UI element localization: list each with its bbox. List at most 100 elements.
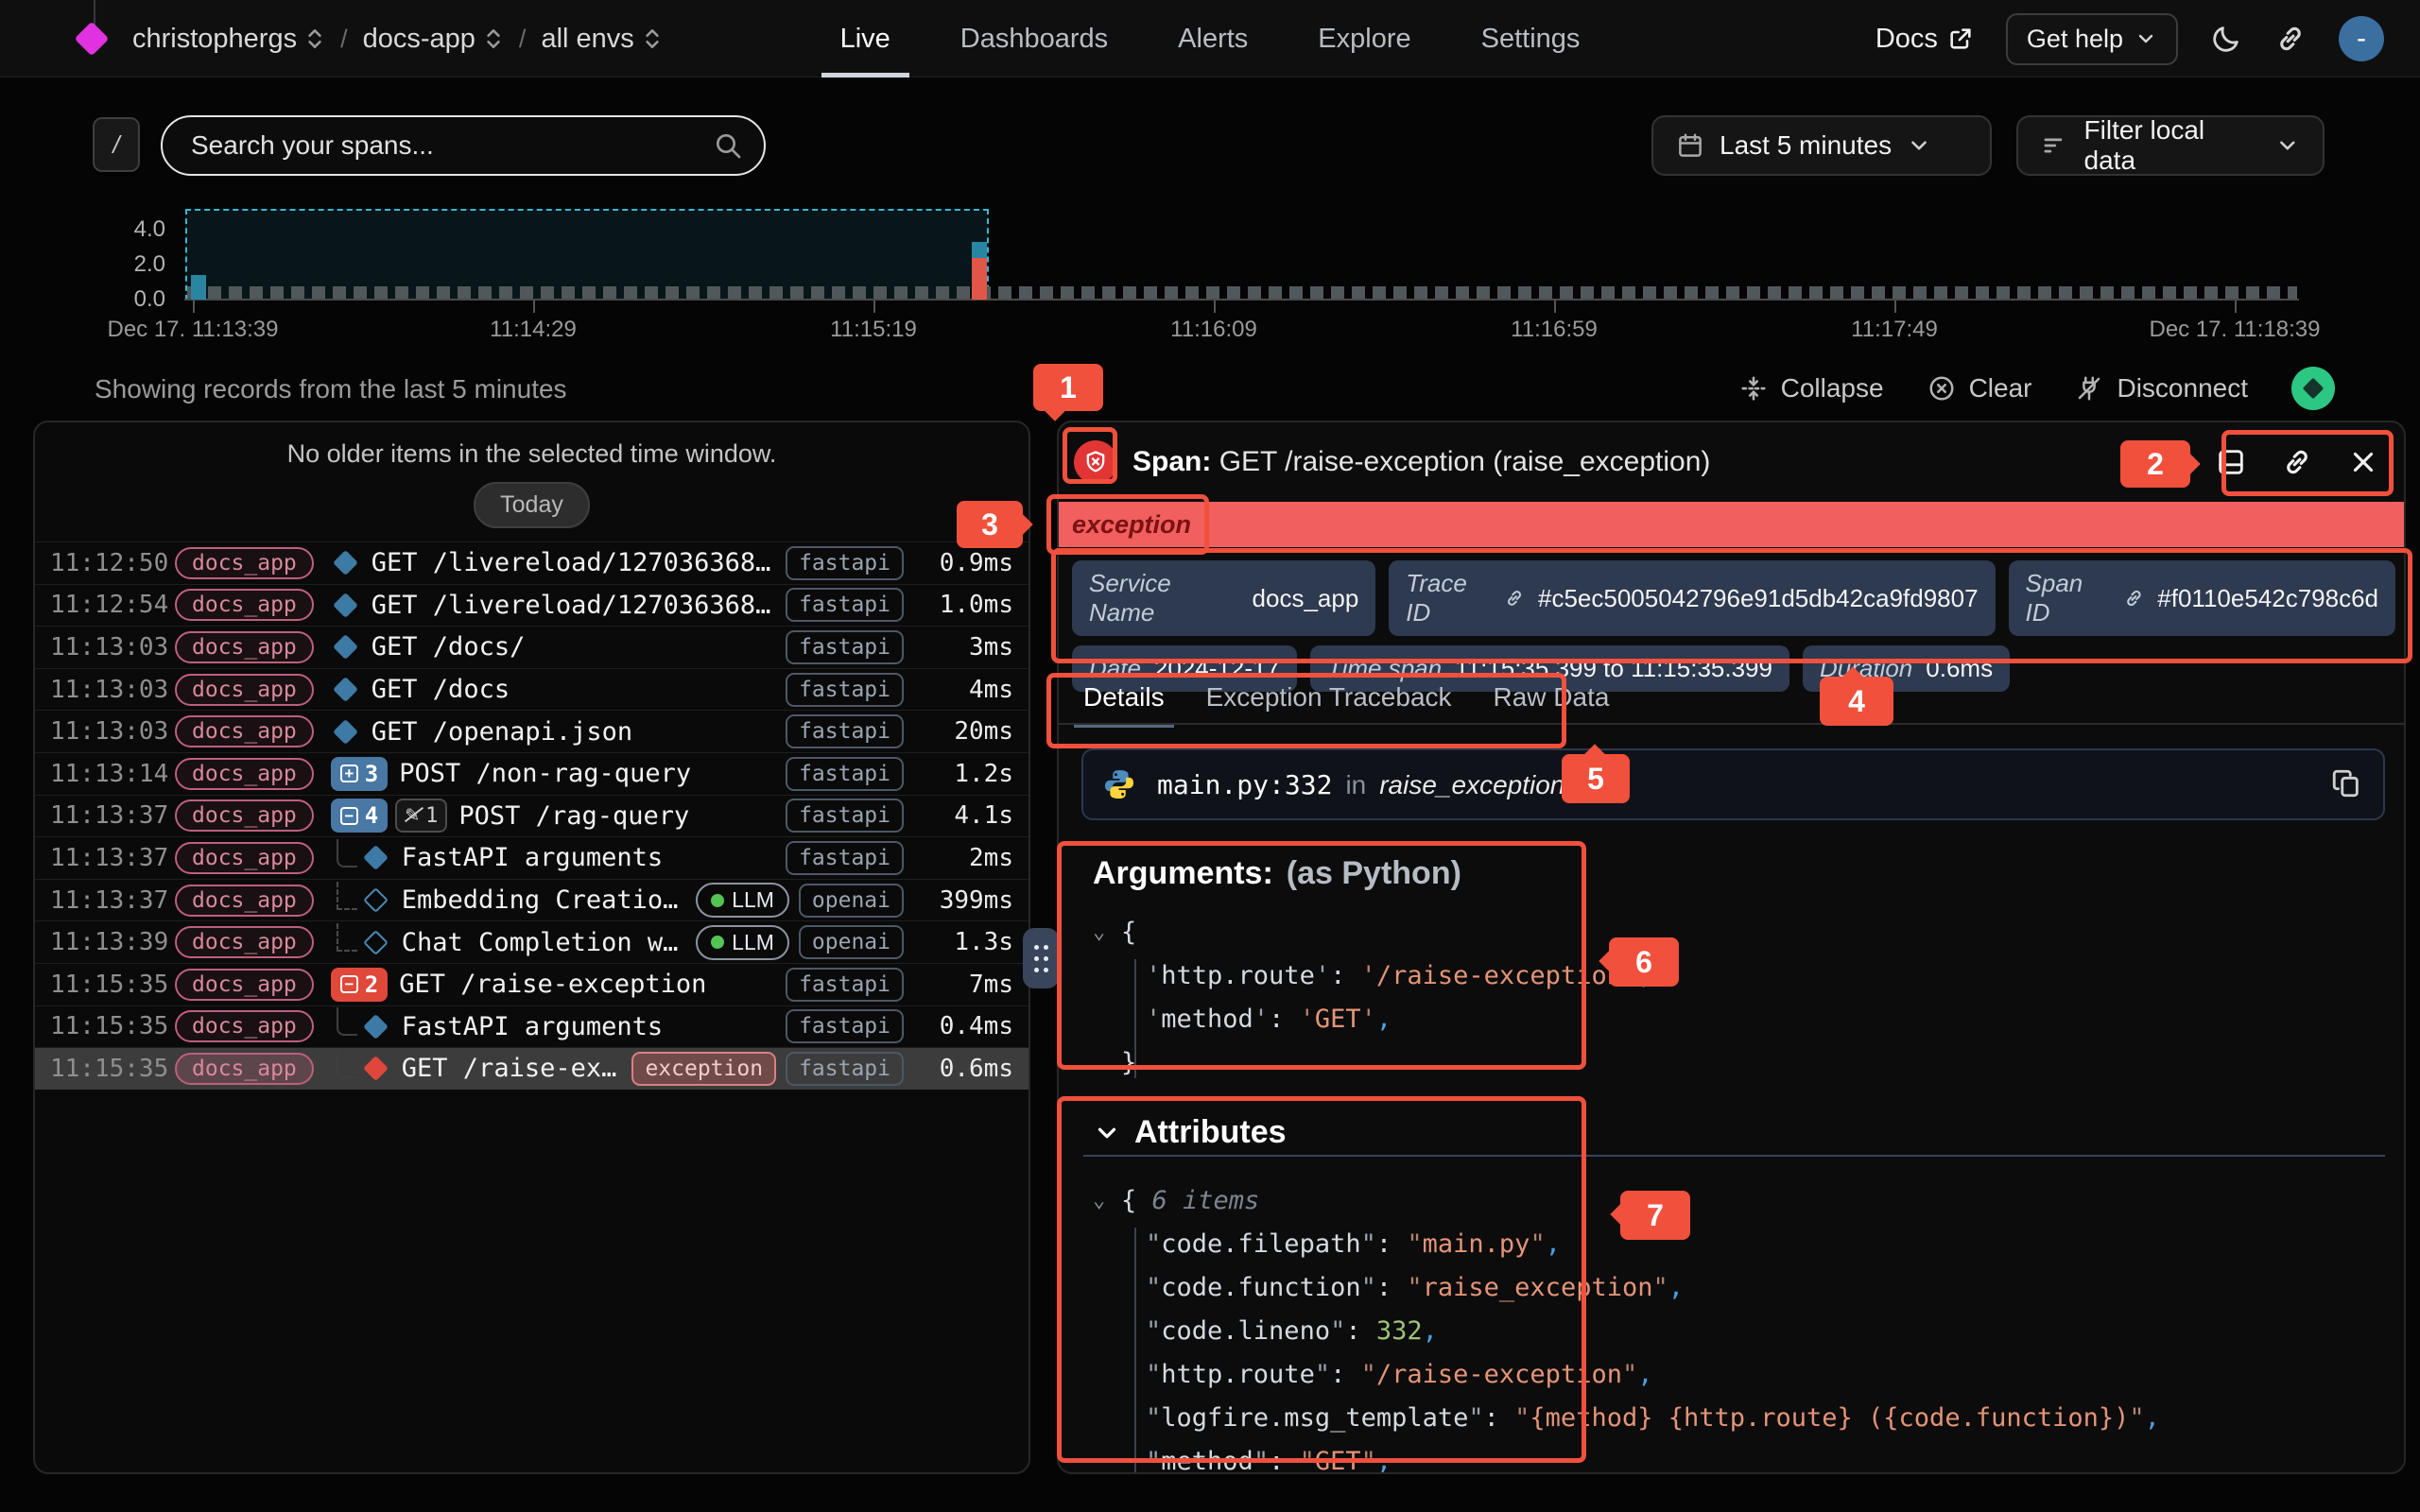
children-count-badge[interactable]: +3	[331, 757, 388, 791]
span-duration: 4.1s	[911, 801, 1013, 830]
meta-row: Service Namedocs_appTrace ID#c5ec5005042…	[1072, 560, 2395, 636]
span-row[interactable]: 11:13:39 docs_app Chat Completion with '…L…	[35, 920, 1028, 963]
breadcrumb-project[interactable]: docs-app	[363, 24, 504, 55]
get-help-button[interactable]: Get help	[2006, 13, 2178, 65]
disconnect-button[interactable]: Disconnect	[2075, 373, 2248, 404]
clear-button[interactable]: Clear	[1927, 373, 2032, 404]
tree-connector	[337, 923, 357, 952]
source-location-text: main.py:332 in raise_exception	[1157, 769, 1564, 800]
chevron-up-down-icon	[642, 26, 663, 51]
tree-connector	[337, 1050, 357, 1078]
link-icon	[1504, 587, 1525, 610]
nav-tab-alerts[interactable]: Alerts	[1172, 0, 1253, 77]
span-kind-diamond-icon	[363, 887, 389, 913]
logfire-logo-icon[interactable]	[75, 22, 110, 57]
share-link-icon[interactable]	[2274, 23, 2307, 55]
x-axis-tick	[2235, 301, 2237, 313]
span-kind-diamond-icon	[333, 550, 358, 576]
dark-mode-moon-icon[interactable]	[2210, 23, 2242, 55]
copy-icon[interactable]	[2330, 767, 2362, 799]
nav-tab-settings[interactable]: Settings	[1476, 0, 1586, 77]
collapse-button[interactable]: Collapse	[1739, 373, 1884, 404]
nav-tab-explore[interactable]: Explore	[1312, 0, 1416, 77]
span-row[interactable]: 11:13:14docs_app+3POST /non-rag-queryfas…	[35, 752, 1028, 795]
span-row[interactable]: 11:15:35docs_appFastAPI argumentsfastapi…	[35, 1005, 1028, 1048]
meta-pill-service-name: Service Namedocs_app	[1072, 560, 1375, 636]
row-body: −2GET /raise-exceptionfastapi	[331, 968, 904, 1002]
span-kind-diamond-icon	[363, 1056, 389, 1081]
children-count: 3	[365, 761, 378, 787]
pending-spans-badge[interactable]: ✎1	[395, 799, 447, 833]
scope-tag-pill: fastapi	[786, 757, 904, 791]
search-input[interactable]	[161, 115, 766, 176]
user-avatar[interactable]: -	[2339, 16, 2384, 61]
attributes-heading[interactable]: Attributes	[1093, 1114, 1287, 1151]
detail-tab-raw-data[interactable]: Raw Data	[1494, 682, 1610, 726]
llm-label: LLM	[732, 887, 774, 913]
span-row[interactable]: 11:13:37docs_appEmbedding Creation wit…L…	[35, 879, 1028, 921]
span-row[interactable]: 11:13:03docs_appGET /docsfastapi4ms	[35, 668, 1028, 711]
calendar-icon	[1676, 131, 1704, 160]
span-kind-diamond-icon	[363, 846, 389, 871]
scope-tag-pill: fastapi	[786, 1052, 904, 1086]
source-location-row[interactable]: main.py:332 in raise_exception	[1081, 748, 2385, 820]
code-line: ⌄{	[1093, 910, 1653, 954]
search-icon	[713, 130, 743, 161]
row-timestamp: 11:13:39	[50, 928, 165, 956]
external-link-icon	[1947, 26, 1974, 52]
span-kind-diamond-icon	[363, 930, 389, 955]
span-row[interactable]: 11:13:03docs_appGET /docs/fastapi3ms	[35, 626, 1028, 668]
today-pill[interactable]: Today	[474, 482, 590, 528]
close-icon[interactable]	[2347, 446, 2379, 478]
code-line: "method": "GET",	[1093, 1439, 2160, 1474]
nav-tab-live[interactable]: Live	[835, 0, 896, 77]
row-timestamp: 11:13:14	[50, 760, 165, 788]
llm-dot-icon	[711, 894, 724, 907]
dock-panel-icon[interactable]	[2215, 446, 2247, 478]
tree-connector	[337, 1007, 357, 1036]
breadcrumb-org-label: christophergs	[132, 24, 297, 55]
span-row[interactable]: 11:12:50docs_appGET /livereload/12703636…	[35, 541, 1028, 584]
meta-value: #c5ec5005042796e91d5db42ca9fd9807	[1538, 584, 1979, 613]
chart-bar-segment	[191, 275, 206, 300]
detail-tab-details[interactable]: Details	[1083, 682, 1165, 726]
no-older-items-notice: No older items in the selected time wind…	[35, 439, 1028, 469]
chart-baseline-dashes	[187, 286, 2297, 299]
breadcrumb-org[interactable]: christophergs	[132, 24, 325, 55]
span-row[interactable]: 11:13:37docs_app−4✎1POST /rag-queryfasta…	[35, 795, 1028, 837]
time-range-button[interactable]: Last 5 minutes	[1651, 115, 1992, 176]
panel-resize-handle[interactable]	[1023, 928, 1059, 988]
span-duration: 0.9ms	[911, 549, 1013, 577]
detail-tab-exception-traceback[interactable]: Exception Traceback	[1206, 682, 1452, 726]
row-body: FastAPI argumentsfastapi	[331, 841, 904, 875]
span-row[interactable]: 11:12:54docs_appGET /livereload/12703636…	[35, 584, 1028, 627]
row-body: Chat Completion with '…LLMopenai	[331, 925, 904, 960]
span-rows: 11:12:50docs_appGET /livereload/12703636…	[35, 541, 1028, 1090]
span-row[interactable]: 11:13:03docs_appGET /openapi.jsonfastapi…	[35, 710, 1028, 752]
service-pill: docs_app	[175, 926, 314, 958]
disconnect-label: Disconnect	[2117, 373, 2248, 404]
breadcrumb-separator: /	[340, 25, 348, 54]
span-name: POST /non-rag-query	[399, 759, 691, 788]
docs-link[interactable]: Docs	[1876, 24, 1974, 55]
filter-local-data-button[interactable]: Filter local data	[2016, 115, 2325, 176]
span-row[interactable]: 11:15:35docs_appGET /raise-exception …ex…	[35, 1047, 1028, 1090]
span-name: GET /openapi.json	[372, 717, 632, 747]
span-duration: 0.4ms	[911, 1012, 1013, 1040]
avatar-text: -	[2357, 23, 2366, 55]
time-range-label: Last 5 minutes	[1720, 130, 1892, 161]
source-file: main.py:332	[1157, 769, 1332, 800]
span-title-label: Span:	[1132, 446, 1211, 477]
meta-pill-span-id: Span ID#f0110e542c798c6d	[2009, 560, 2395, 636]
service-pill: docs_app	[175, 1010, 314, 1042]
span-row[interactable]: 11:13:37docs_appFastAPI argumentsfastapi…	[35, 836, 1028, 879]
drag-dots-icon	[1034, 945, 1039, 950]
nav-tab-dashboards[interactable]: Dashboards	[955, 0, 1114, 77]
span-row[interactable]: 11:15:35docs_app−2GET /raise-exceptionfa…	[35, 963, 1028, 1005]
permalink-icon[interactable]	[2281, 446, 2313, 478]
children-count-badge[interactable]: −4	[331, 799, 388, 833]
spans-timeline-chart[interactable]: 0.02.04.0Dec 17. 11:13:3911:14:2911:15:1…	[0, 203, 2420, 350]
breadcrumb-env[interactable]: all envs	[541, 24, 662, 55]
link-icon	[2123, 587, 2145, 610]
children-count-badge[interactable]: −2	[331, 968, 388, 1002]
